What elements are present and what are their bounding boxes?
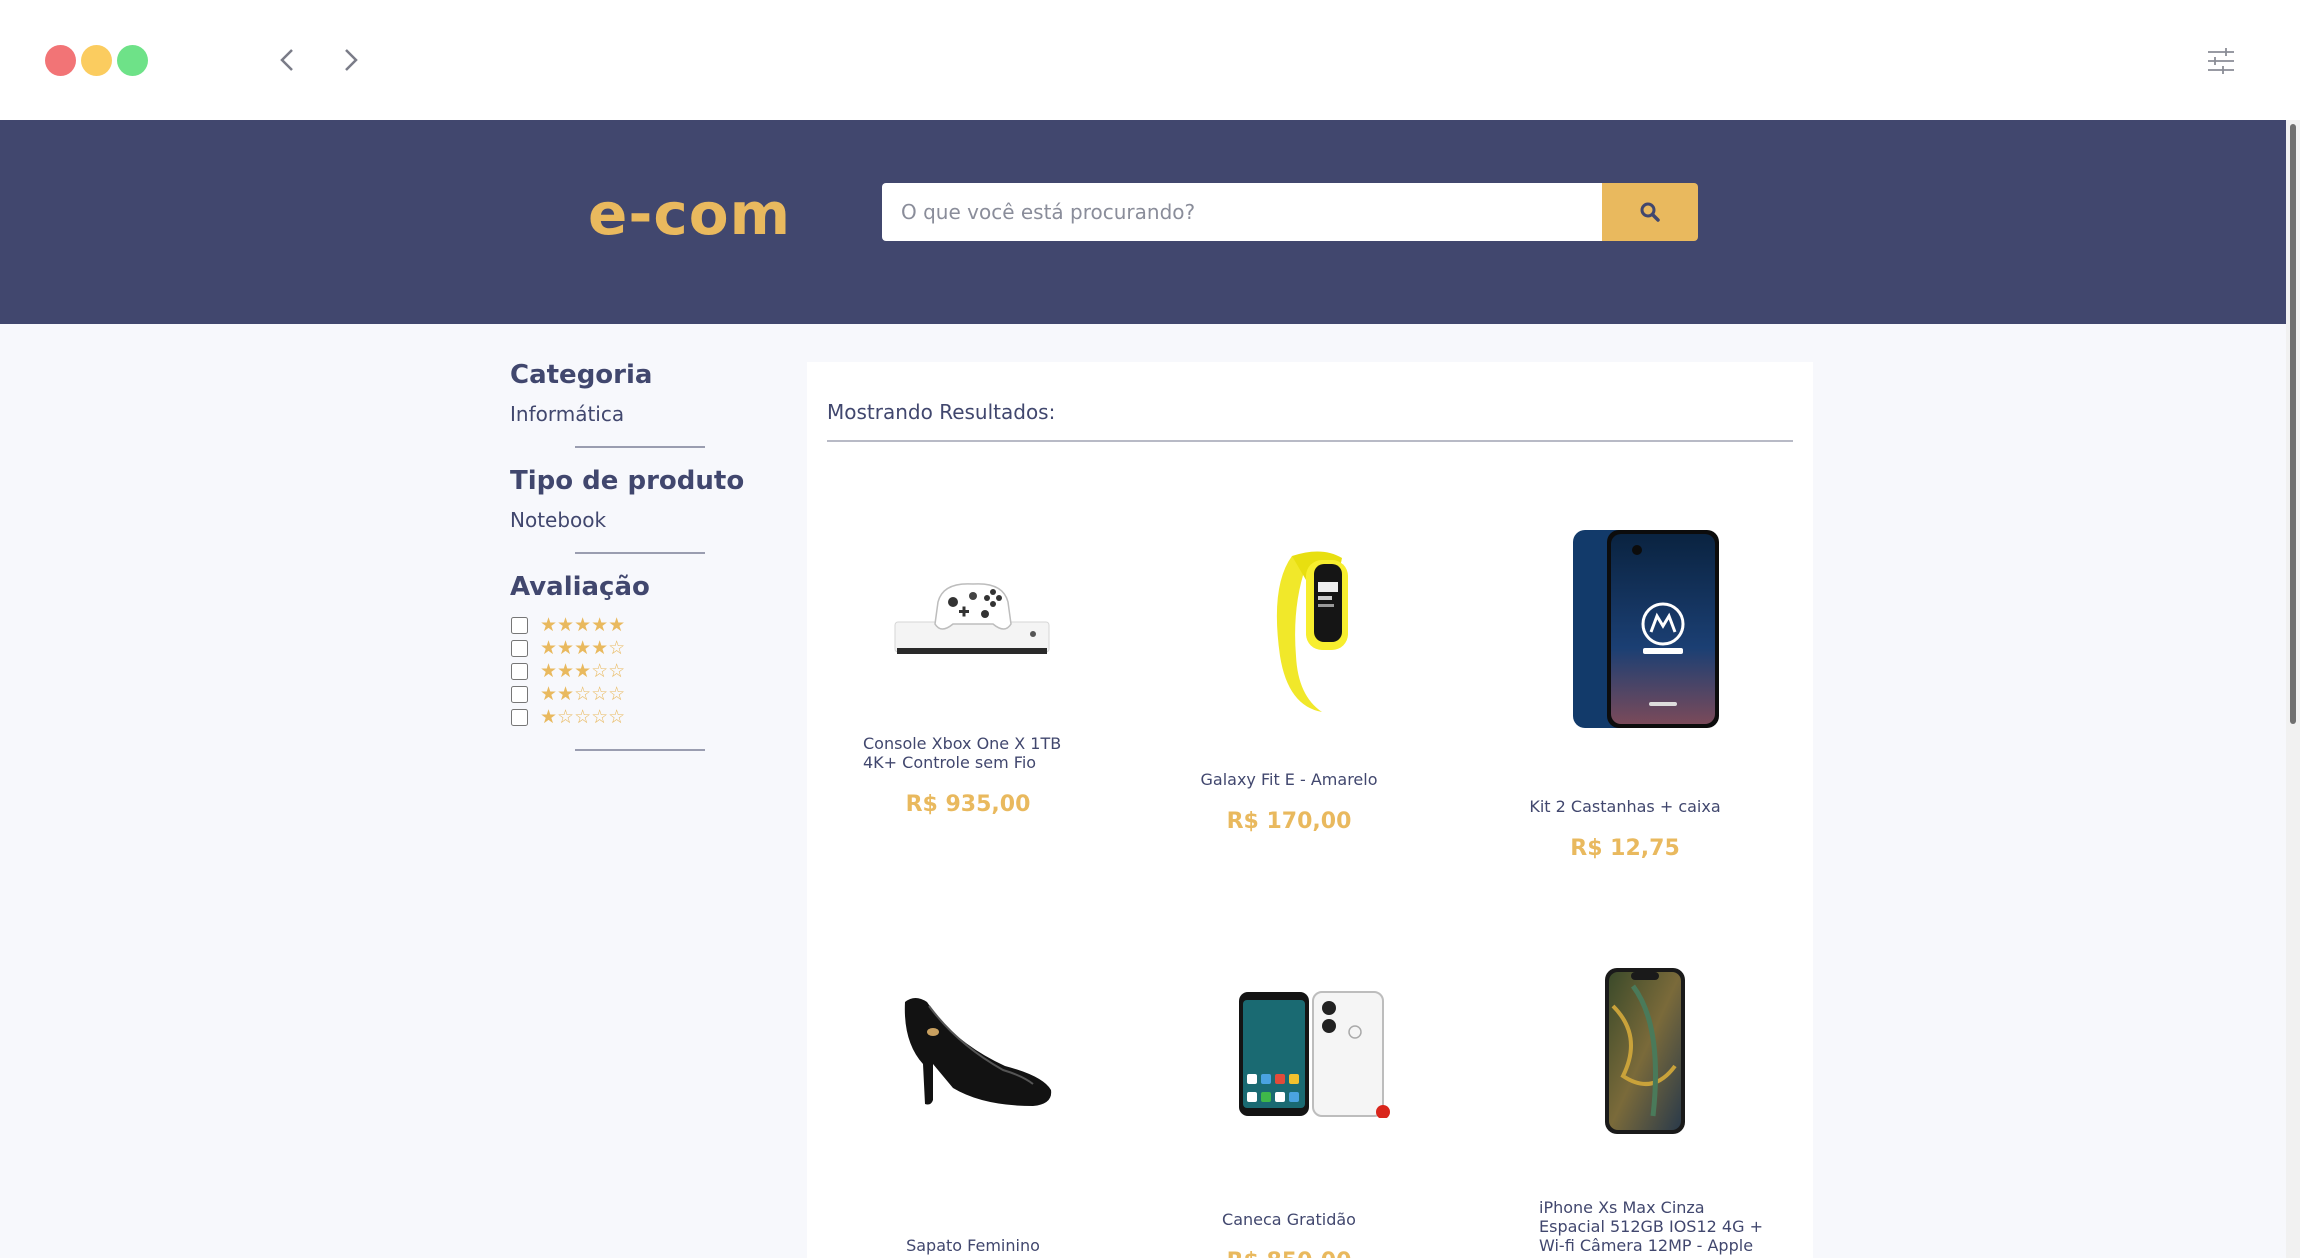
product-image-shoe[interactable]: [893, 992, 1057, 1110]
search-input[interactable]: [882, 183, 1602, 241]
divider: [575, 552, 705, 554]
rating-option-5: ★★★★★: [510, 614, 750, 637]
divider: [575, 446, 705, 448]
star-rating-icon: ★☆☆☆☆: [540, 706, 626, 728]
product-price: R$ 12,75: [1570, 836, 1680, 861]
results-panel: Mostrando Resultados: Console Xbox One X…: [807, 362, 1813, 1258]
product-price: R$ 850,00: [1179, 1249, 1399, 1258]
rating-heading: Avaliação: [510, 572, 650, 602]
sliders-settings-icon[interactable]: [2206, 46, 2236, 76]
product-name: Kit 2 Castanhas + caixa: [1529, 797, 1721, 816]
product-name: Galaxy Fit E - Amarelo: [1200, 770, 1378, 789]
product-name: Console Xbox One X 1TB 4K+ Controle sem …: [863, 734, 1062, 772]
product-image-iphone[interactable]: [1603, 966, 1687, 1136]
minimize-window-button[interactable]: [81, 45, 112, 76]
rating-checkbox-3[interactable]: [511, 663, 528, 680]
filter-sidebar: Categoria Informática Tipo de produto No…: [510, 360, 750, 751]
product-image-caneca[interactable]: [1237, 988, 1397, 1118]
product-price: R$ 935,00: [905, 792, 1031, 817]
rating-filter-list: ★★★★★ ★★★★☆ ★★★☆☆ ★★☆☆☆ ★☆☆☆☆: [510, 614, 750, 729]
product-name: Sapato Feminino: [906, 1236, 1040, 1255]
site-logo[interactable]: e-com: [588, 180, 791, 248]
page-scrollbar[interactable]: [2286, 120, 2300, 1258]
maximize-window-button[interactable]: [117, 45, 148, 76]
product-card-caneca[interactable]: Caneca Gratidão R$ 850,00: [1179, 1210, 1399, 1258]
rating-checkbox-2[interactable]: [511, 686, 528, 703]
rating-checkbox-4[interactable]: [511, 640, 528, 657]
star-rating-icon: ★★☆☆☆: [540, 683, 626, 705]
product-card-motorola[interactable]: Kit 2 Castanhas + caixa R$ 12,75: [1515, 797, 1735, 861]
close-window-button[interactable]: [45, 45, 76, 76]
star-rating-icon: ★★★★★: [540, 614, 626, 636]
product-card-galaxy-fit[interactable]: Galaxy Fit E - Amarelo R$ 170,00: [1179, 770, 1399, 834]
divider: [575, 749, 705, 751]
product-type-filter-item[interactable]: Notebook: [510, 508, 750, 532]
product-name: Caneca Gratidão: [1222, 1210, 1356, 1229]
rating-checkbox-5[interactable]: [511, 617, 528, 634]
window-toolbar: [0, 0, 2300, 120]
product-image-motorola[interactable]: [1569, 528, 1721, 730]
product-card-xbox[interactable]: Console Xbox One X 1TB 4K+ Controle sem …: [863, 734, 1073, 817]
rating-option-2: ★★☆☆☆: [510, 683, 750, 706]
results-heading: Mostrando Resultados:: [827, 400, 1056, 424]
divider: [827, 440, 1793, 442]
forward-arrow-icon[interactable]: [334, 44, 366, 76]
product-image-galaxy-fit[interactable]: [1262, 546, 1358, 716]
product-card-iphone[interactable]: iPhone Xs Max Cinza Espacial 512GB IOS12…: [1539, 1198, 1769, 1255]
product-image-xbox[interactable]: [893, 562, 1053, 662]
rating-option-1: ★☆☆☆☆: [510, 706, 750, 729]
rating-option-4: ★★★★☆: [510, 637, 750, 660]
category-heading: Categoria: [510, 360, 653, 390]
rating-option-3: ★★★☆☆: [510, 660, 750, 683]
star-rating-icon: ★★★☆☆: [540, 660, 626, 682]
back-arrow-icon[interactable]: [272, 44, 304, 76]
search-button[interactable]: [1602, 183, 1698, 241]
product-name: iPhone Xs Max Cinza Espacial 512GB IOS12…: [1539, 1198, 1763, 1255]
scrollbar-thumb[interactable]: [2290, 124, 2296, 724]
product-card-shoe[interactable]: Sapato Feminino: [863, 1236, 1083, 1255]
search-icon: [1640, 202, 1660, 222]
category-filter-item[interactable]: Informática: [510, 402, 750, 426]
product-price: R$ 170,00: [1226, 809, 1352, 834]
product-type-heading: Tipo de produto: [510, 466, 745, 496]
site-header: e-com: [0, 120, 2286, 324]
rating-checkbox-1[interactable]: [511, 709, 528, 726]
star-rating-icon: ★★★★☆: [540, 637, 626, 659]
